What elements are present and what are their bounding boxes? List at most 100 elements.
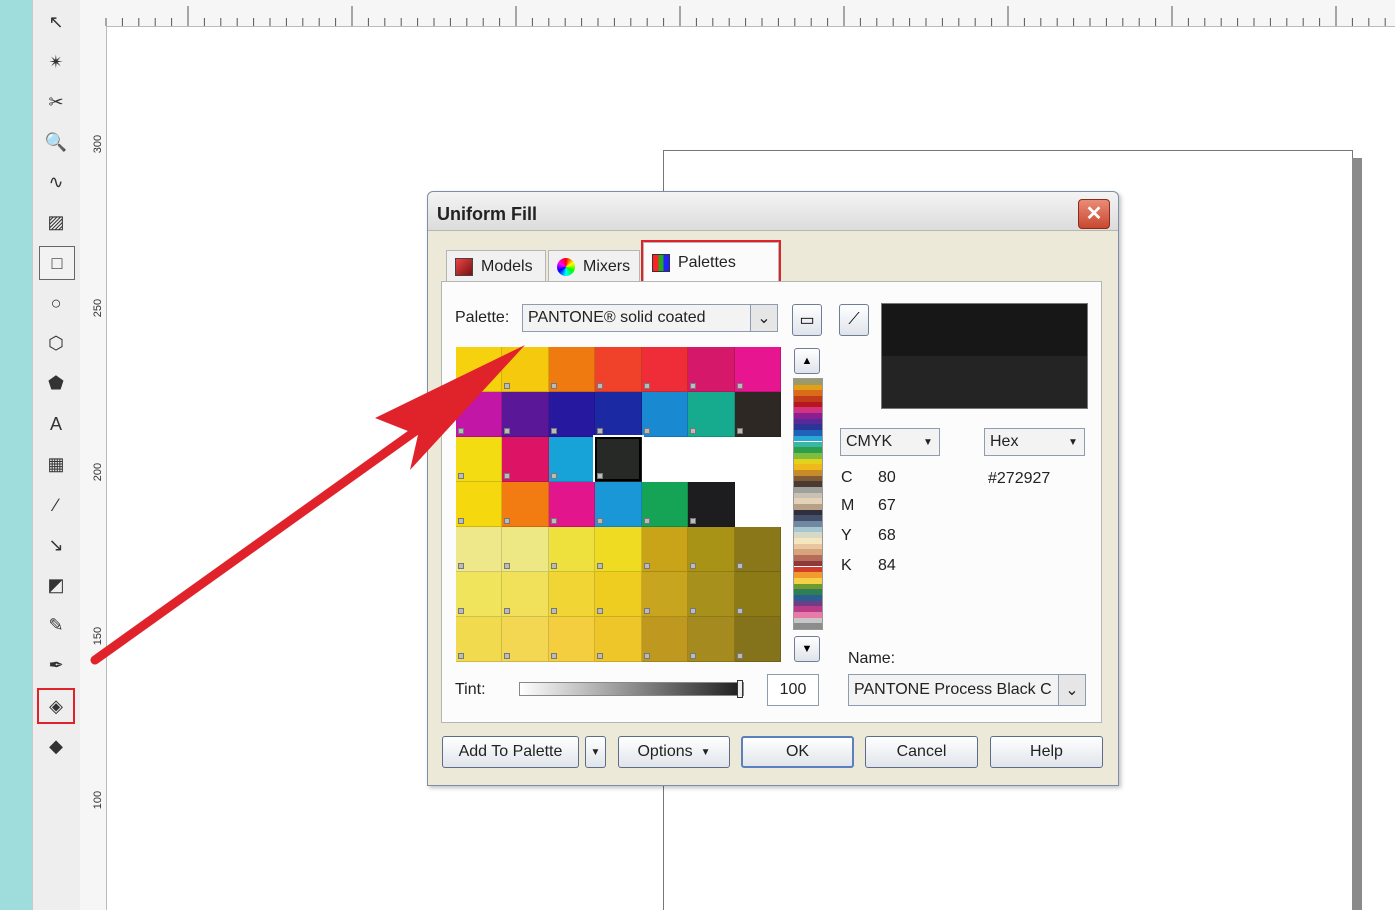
cancel-button[interactable]: Cancel	[865, 736, 978, 768]
color-swatch[interactable]	[548, 392, 596, 437]
tint-slider[interactable]	[519, 680, 744, 698]
crop-tool-button[interactable]: ✂	[39, 86, 73, 118]
zoom-tool-button[interactable]: 🔍	[39, 126, 73, 158]
color-swatch[interactable]	[502, 392, 549, 437]
close-button[interactable]: ✕	[1078, 199, 1110, 229]
tint-slider-thumb[interactable]	[737, 680, 743, 698]
hex-value[interactable]: #272927	[988, 470, 1050, 488]
color-swatch[interactable]	[595, 482, 642, 527]
color-swatch[interactable]	[688, 482, 735, 527]
color-swatch[interactable]	[502, 437, 549, 482]
value-format-select[interactable]: Hex ▼	[984, 428, 1085, 456]
scroll-up-button[interactable]: ▲	[794, 348, 820, 374]
color-swatch[interactable]	[641, 392, 689, 437]
color-swatch[interactable]	[734, 572, 781, 617]
color-swatch[interactable]	[548, 572, 596, 617]
interactive-fill-tool-button[interactable]: ◆	[39, 730, 73, 762]
color-swatch[interactable]	[456, 347, 503, 392]
polygon-tool-button[interactable]: ⬡	[39, 327, 73, 359]
color-swatch[interactable]	[734, 437, 781, 482]
options-button[interactable]: Options ▼	[618, 736, 730, 768]
horizontal-ruler	[80, 0, 1395, 27]
add-to-palette-dropdown[interactable]: ▼	[585, 736, 606, 768]
color-swatch[interactable]	[456, 437, 503, 482]
color-swatch[interactable]	[641, 482, 689, 527]
cmyk-k-value[interactable]: 84	[878, 557, 896, 575]
color-swatch[interactable]	[548, 617, 596, 662]
text-tool-button[interactable]: A	[39, 408, 73, 440]
cmyk-y-value[interactable]: 68	[878, 527, 896, 545]
color-swatch[interactable]	[548, 347, 596, 392]
pick-tool-button[interactable]: ↖	[39, 6, 73, 38]
color-swatch[interactable]	[502, 347, 549, 392]
swatch-marker	[550, 653, 557, 659]
color-swatch[interactable]	[548, 527, 596, 572]
color-swatch[interactable]	[734, 617, 781, 662]
blend-tool-button[interactable]: ◩	[39, 569, 73, 601]
smart-fill-tool-button[interactable]: ▨	[39, 206, 73, 238]
color-swatch[interactable]	[456, 527, 503, 572]
color-name-select[interactable]: PANTONE Process Black C ⌄	[848, 674, 1086, 706]
rectangle-tool-button[interactable]: □	[39, 246, 75, 280]
color-swatch[interactable]	[548, 437, 596, 482]
tab-mixers[interactable]: Mixers	[548, 250, 640, 282]
strip-color[interactable]	[794, 623, 822, 629]
add-to-palette-button[interactable]: Add To Palette	[442, 736, 579, 768]
cmyk-c-value[interactable]: 80	[878, 469, 896, 487]
palette-select[interactable]: PANTONE® solid coated ⌄	[522, 304, 778, 332]
ellipse-tool-button[interactable]: ○	[39, 287, 73, 319]
color-swatch[interactable]	[456, 617, 503, 662]
color-swatch[interactable]	[456, 392, 503, 437]
basic-shapes-tool-button[interactable]: ⬟	[39, 367, 73, 399]
open-palette-button[interactable]: ▭	[792, 304, 822, 336]
fill-tool-button[interactable]: ◈	[37, 688, 75, 724]
color-swatch[interactable]	[734, 392, 781, 437]
color-model-select[interactable]: CMYK ▼	[840, 428, 940, 456]
cancel-label: Cancel	[896, 743, 947, 760]
eyedropper-tool-button[interactable]: ✎	[39, 609, 73, 641]
tab-models[interactable]: Models	[446, 250, 546, 282]
connector-tool-button[interactable]: ↘	[39, 529, 73, 561]
color-swatch[interactable]	[502, 527, 549, 572]
scroll-down-button[interactable]: ▼	[794, 636, 820, 662]
color-swatch[interactable]	[456, 482, 503, 527]
color-swatch[interactable]	[641, 437, 689, 482]
dialog-titlebar[interactable]: Uniform Fill ✕	[428, 192, 1118, 231]
color-swatch[interactable]	[548, 482, 596, 527]
color-swatch[interactable]	[502, 617, 549, 662]
color-swatch[interactable]	[456, 572, 503, 617]
color-swatch[interactable]	[641, 617, 689, 662]
color-swatch[interactable]	[595, 527, 642, 572]
cmyk-m-value[interactable]: 67	[878, 497, 896, 515]
shape-tool-button[interactable]: ✴	[39, 46, 73, 78]
ok-button[interactable]: OK	[741, 736, 854, 768]
color-swatch[interactable]	[595, 572, 642, 617]
outline-tool-button[interactable]: ✒	[39, 649, 73, 681]
color-swatch[interactable]	[688, 392, 735, 437]
color-swatch[interactable]	[593, 435, 644, 484]
color-swatch[interactable]	[734, 527, 781, 572]
tab-palettes[interactable]: Palettes	[641, 240, 781, 284]
color-swatch[interactable]	[688, 437, 735, 482]
color-swatch[interactable]	[595, 347, 642, 392]
color-swatch[interactable]	[641, 527, 689, 572]
palette-color-strip[interactable]	[793, 378, 823, 630]
dimension-tool-button[interactable]: ∕	[39, 489, 73, 521]
color-swatch[interactable]	[595, 392, 642, 437]
color-swatch[interactable]	[688, 572, 735, 617]
help-button[interactable]: Help	[990, 736, 1103, 768]
color-swatch[interactable]	[688, 617, 735, 662]
color-swatch[interactable]	[502, 572, 549, 617]
color-swatch[interactable]	[734, 482, 781, 527]
color-swatch[interactable]	[502, 482, 549, 527]
color-swatch[interactable]	[688, 347, 735, 392]
color-swatch[interactable]	[595, 617, 642, 662]
color-swatch[interactable]	[641, 347, 689, 392]
color-swatch[interactable]	[641, 572, 689, 617]
table-tool-button[interactable]: ▦	[39, 448, 73, 480]
tint-input[interactable]: 100	[767, 674, 819, 706]
color-swatch[interactable]	[688, 527, 735, 572]
color-swatch[interactable]	[734, 347, 781, 392]
freehand-tool-button[interactable]: ∿	[39, 166, 73, 198]
eyedropper-button[interactable]: ⟋	[839, 304, 869, 336]
